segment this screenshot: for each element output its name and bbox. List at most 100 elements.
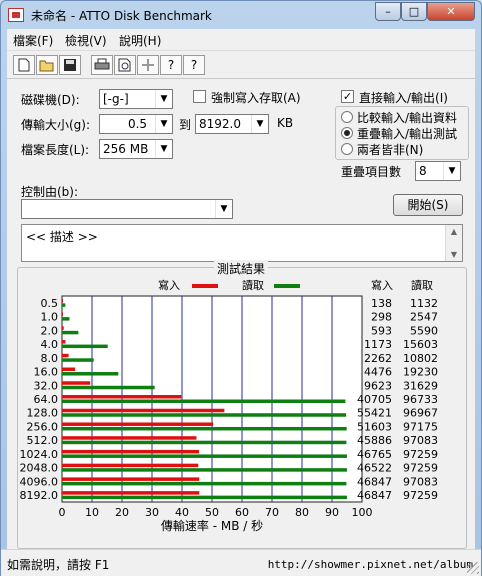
y-tick-label: 16.0 xyxy=(34,366,59,379)
status-text: 如需說明，請按 F1 xyxy=(7,558,110,572)
read-value-label: 19230 xyxy=(403,366,438,379)
chevron-down-icon: ▼ xyxy=(215,200,232,218)
print-icon[interactable] xyxy=(91,55,113,75)
read-bar xyxy=(62,495,347,500)
x-axis-label: 傳輸速率 - MB / 秒 xyxy=(161,518,263,533)
controlled-by-select[interactable]: ▼ xyxy=(21,199,233,219)
read-value-label: 97083 xyxy=(403,475,438,488)
x-tick-label: 90 xyxy=(325,506,339,519)
column-header-write: 寫入 xyxy=(371,278,393,292)
menu-help[interactable]: 說明(H) xyxy=(119,32,161,49)
read-bar xyxy=(62,358,94,362)
scroll-down-icon[interactable]: ▼ xyxy=(446,250,462,259)
x-tick-label: 100 xyxy=(352,506,373,519)
read-value-label: 97083 xyxy=(403,434,438,447)
drive-label: 磁碟機(D): xyxy=(21,93,80,107)
read-value-label: 15603 xyxy=(403,338,438,351)
write-value-label: 40705 xyxy=(357,393,392,406)
start-button[interactable]: 開始(S) xyxy=(393,194,463,216)
io-mode-neither-radio[interactable] xyxy=(341,143,353,155)
direct-io-checkbox[interactable]: ✓ xyxy=(341,90,354,103)
x-tick-label: 70 xyxy=(265,506,279,519)
write-value-label: 55421 xyxy=(357,407,392,420)
context-help-icon[interactable]: ? xyxy=(183,55,205,75)
transfer-to-select[interactable]: 8192.0 ▼ xyxy=(195,114,269,134)
new-file-icon[interactable] xyxy=(13,55,35,75)
menu-file[interactable]: 檔案(F) xyxy=(13,32,53,49)
chevron-down-icon: ▼ xyxy=(155,140,172,158)
y-tick-label: 8.0 xyxy=(41,352,59,365)
write-bar xyxy=(62,408,225,413)
write-bar xyxy=(62,422,214,426)
description-textarea[interactable]: << 描述 >> ▲ ▼ xyxy=(21,224,463,262)
write-value-label: 46765 xyxy=(357,448,392,461)
toolbar: ? ? xyxy=(7,51,475,79)
open-folder-icon[interactable] xyxy=(36,55,58,75)
io-mode-overlap-radio[interactable] xyxy=(341,127,353,139)
read-bar xyxy=(62,413,347,417)
write-bar xyxy=(62,367,76,372)
x-tick-label: 40 xyxy=(175,506,189,519)
direct-io-label: 直接輸入/輸出(I) xyxy=(359,91,448,105)
write-value-label: 46522 xyxy=(357,462,392,475)
chevron-down-icon: ▼ xyxy=(155,115,172,133)
results-chart: 0 10 20 30 40 50 60 70 80 90 100傳輸速率 - MB / 秒寫入 讀取寫… xyxy=(20,278,439,533)
write-bar xyxy=(62,491,200,495)
write-value-label: 4476 xyxy=(364,366,392,379)
write-value-label: 138 xyxy=(371,297,392,310)
read-bar xyxy=(62,372,119,376)
queue-depth-select[interactable]: 8 ▼ xyxy=(415,161,461,181)
force-write-checkbox[interactable] xyxy=(193,90,206,103)
x-tick-label: 0 xyxy=(59,506,66,519)
read-value-label: 5590 xyxy=(410,324,438,337)
title-bar[interactable]: 未命名 - ATTO Disk Benchmark – □ ✕ xyxy=(1,1,481,29)
description-scrollbar[interactable]: ▲ ▼ xyxy=(445,225,462,261)
scroll-up-icon[interactable]: ▲ xyxy=(446,227,462,236)
window-title: 未命名 - ATTO Disk Benchmark xyxy=(31,9,212,23)
force-write-label: 強制寫入存取(A) xyxy=(211,91,301,105)
status-bar: 如需說明，請按 F1 http://showmer.pixnet.net/alb… xyxy=(1,549,481,576)
resize-grip[interactable] xyxy=(467,562,479,574)
read-value-label: 97259 xyxy=(403,489,438,502)
maximize-button[interactable]: □ xyxy=(401,2,427,21)
read-bar xyxy=(62,481,347,486)
y-tick-label: 2048.0 xyxy=(20,462,59,475)
write-bar xyxy=(62,298,63,303)
y-tick-label: 64.0 xyxy=(34,393,59,406)
print-preview-icon[interactable] xyxy=(114,55,136,75)
drive-select[interactable]: [-g-] ▼ xyxy=(99,89,173,109)
minimize-button[interactable]: – xyxy=(375,2,401,21)
close-button[interactable]: ✕ xyxy=(427,2,475,21)
save-disk-icon[interactable] xyxy=(59,55,81,75)
controlled-by-label: 控制由(b): xyxy=(21,185,79,199)
write-value-label: 593 xyxy=(371,324,392,337)
io-mode-compare-radio[interactable] xyxy=(341,111,353,123)
y-tick-label: 128.0 xyxy=(27,407,59,420)
x-tick-label: 50 xyxy=(205,506,219,519)
read-bar xyxy=(62,454,347,458)
x-tick-label: 10 xyxy=(85,506,99,519)
read-bar xyxy=(62,468,347,472)
y-tick-label: 4096.0 xyxy=(20,475,59,488)
x-tick-label: 80 xyxy=(295,506,309,519)
read-value-label: 97259 xyxy=(403,462,438,475)
read-value-label: 96733 xyxy=(403,393,438,406)
transfer-from-select[interactable]: 0.5 ▼ xyxy=(99,114,173,134)
read-bar xyxy=(62,344,108,349)
read-bar xyxy=(62,399,346,403)
write-value-label: 2262 xyxy=(364,352,392,365)
read-bar xyxy=(62,330,79,335)
menu-view[interactable]: 檢視(V) xyxy=(65,32,107,49)
read-value-label: 31629 xyxy=(403,379,438,392)
y-tick-label: 4.0 xyxy=(41,338,59,351)
read-value-label: 1132 xyxy=(410,297,438,310)
legend-write-label: 寫入 xyxy=(158,278,180,292)
main-panel: 磁碟機(D): [-g-] ▼ 強制寫入存取(A) 傳輸大小(g): 0.5 ▼ 到… xyxy=(7,79,475,549)
io-mode-overlap-label: 重疊輸入/輸出測試 xyxy=(357,127,458,141)
x-tick-label: 30 xyxy=(145,506,159,519)
file-length-select[interactable]: 256 MB ▼ xyxy=(99,139,173,159)
read-value-label: 10802 xyxy=(403,352,438,365)
help-icon[interactable]: ? xyxy=(160,55,182,75)
move-arrows-icon[interactable] xyxy=(137,55,159,75)
legend-write-swatch xyxy=(192,284,218,288)
